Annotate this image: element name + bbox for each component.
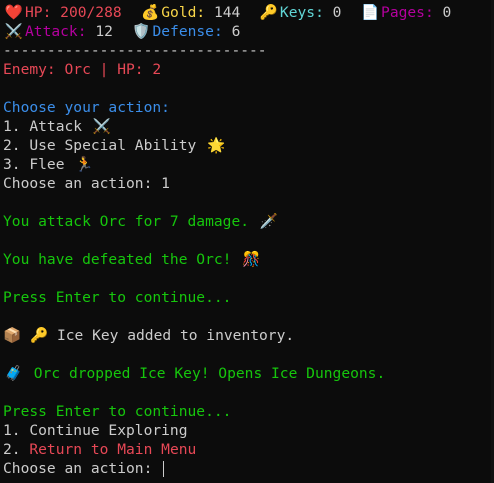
confetti-icon: 🎊	[242, 251, 261, 268]
sparkle-icon: 🌟	[207, 137, 226, 154]
action-prompt: Choose an action:	[3, 460, 162, 477]
pages-label: Pages:	[381, 4, 434, 21]
pages-value: 0	[442, 4, 452, 21]
combat-option-attack: 1. Attack ⚔️	[3, 117, 494, 136]
heart-icon: ❤️	[4, 4, 24, 21]
gold-value: 144	[213, 4, 241, 21]
combat-option-label: 1. Attack	[3, 118, 83, 135]
attack-value: 12	[95, 23, 113, 40]
hp-label: HP:	[25, 4, 52, 21]
key-icon: 🔑	[259, 4, 278, 21]
combat-option-flee: 3. Flee 🏃	[3, 155, 494, 174]
shield-icon: 🛡️	[132, 23, 151, 40]
combat-option-label: 2. Use Special Ability	[3, 137, 197, 154]
combat-menu-title: Choose your action:	[3, 99, 170, 116]
crossed-swords-icon: ⚔️	[92, 118, 111, 135]
defeated-message: You have defeated the Orc! 🎊	[3, 251, 261, 268]
inventory-message: 📦 🔑 Ice Key added to inventory.	[3, 327, 295, 344]
divider: ------------------------------	[3, 42, 267, 59]
action-prompt-line[interactable]: Choose an action:	[3, 459, 494, 478]
stats-line-2: ⚔️ Attack: 12 🛡️ Defense: 6	[3, 22, 494, 41]
menu-option-continue: 1. Continue Exploring	[3, 422, 188, 439]
gold-label: Gold:	[161, 4, 206, 21]
attack-message: You attack Orc for 7 damage. 🗡️	[3, 213, 278, 230]
crossed-swords-icon: ⚔️	[4, 23, 24, 40]
stats-line-1: ❤️ HP: 200/288 💰 Gold: 144 🔑 Keys: 0 📄 Pages…	[3, 3, 494, 22]
keys-label: Keys:	[279, 4, 324, 21]
attack-label: Attack:	[25, 23, 87, 40]
running-icon: 🏃	[75, 156, 94, 173]
combat-prompt: Choose an action: 1	[3, 175, 170, 192]
defense-label: Defense:	[152, 23, 223, 40]
press-enter-prompt: Press Enter to continue...	[3, 403, 232, 420]
dagger-icon: 🗡️	[259, 213, 278, 230]
press-enter-prompt: Press Enter to continue...	[3, 289, 232, 306]
text-cursor[interactable]	[163, 461, 165, 477]
package-key-icon: 📦 🔑	[3, 327, 49, 344]
combat-option-special: 2. Use Special Ability 🌟	[3, 136, 494, 155]
money-bag-icon: 💰	[141, 4, 160, 21]
drop-message: 🧳 Orc dropped Ice Key! Opens Ice Dungeon…	[4, 365, 386, 382]
terminal-window: ❤️ HP: 200/288 💰 Gold: 144 🔑 Keys: 0 📄 Pages…	[0, 0, 494, 483]
luggage-icon: 🧳	[4, 365, 24, 382]
hp-value: 200/288	[60, 4, 122, 21]
enemy-status: Enemy: Orc | HP: 2	[3, 61, 162, 78]
combat-option-label: 3. Flee	[3, 156, 65, 173]
menu-option-main-menu: 2. Return to Main Menu	[3, 441, 197, 458]
page-icon: 📄	[360, 4, 380, 21]
defense-value: 6	[231, 23, 241, 40]
keys-value: 0	[332, 4, 342, 21]
